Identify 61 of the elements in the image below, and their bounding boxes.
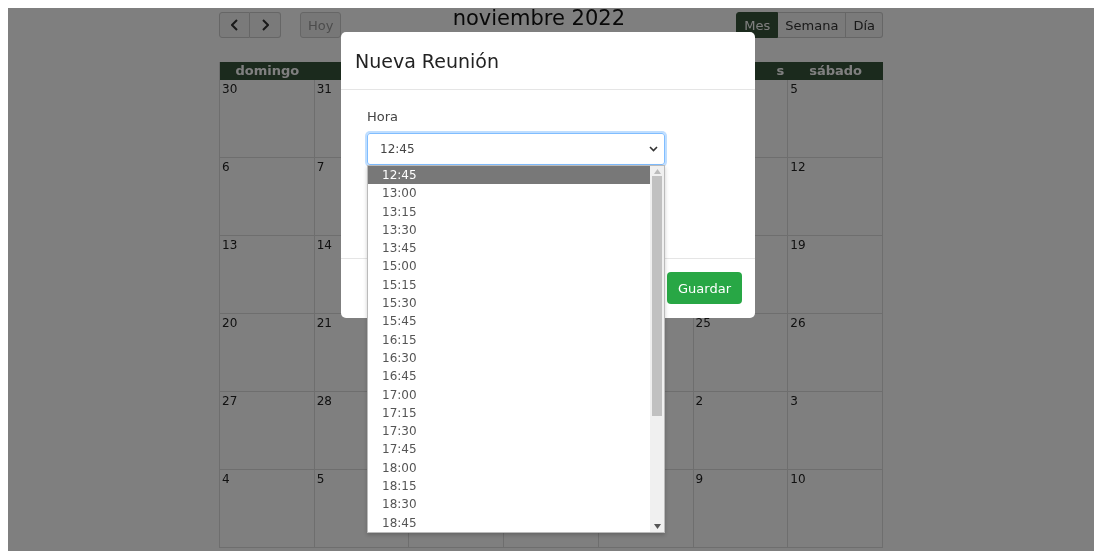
- day-cell[interactable]: 20: [220, 314, 315, 392]
- day-number: 2: [695, 394, 704, 408]
- save-button[interactable]: Guardar: [667, 272, 742, 304]
- previous-button[interactable]: [219, 12, 250, 38]
- day-number: 21: [316, 316, 332, 330]
- view-tab[interactable]: Mes: [736, 12, 779, 38]
- day-number: 4: [222, 472, 230, 486]
- day-cell[interactable]: 27: [220, 392, 315, 470]
- scroll-down-icon[interactable]: [653, 524, 661, 529]
- day-number: 9: [695, 472, 704, 486]
- day-number: 26: [790, 316, 806, 330]
- next-button[interactable]: [250, 12, 281, 38]
- dropdown-option[interactable]: 13:45: [368, 239, 650, 258]
- day-cell[interactable]: 5: [788, 80, 883, 158]
- dropdown-option[interactable]: 13:00: [368, 184, 650, 203]
- dropdown-option[interactable]: 15:30: [368, 294, 650, 313]
- day-number: 6: [222, 160, 230, 174]
- day-number: 3: [790, 394, 798, 408]
- day-cell[interactable]: 13: [220, 236, 315, 314]
- day-number: 25: [695, 316, 711, 330]
- day-cell[interactable]: 2: [693, 392, 789, 470]
- scrollbar-thumb[interactable]: [652, 176, 662, 416]
- day-number: 12: [790, 160, 806, 174]
- field-label: Hora: [367, 109, 399, 124]
- day-number: 14: [316, 238, 332, 252]
- day-cell[interactable]: 3: [788, 392, 883, 470]
- day-number: 28: [316, 394, 332, 408]
- day-number: 7: [316, 160, 325, 174]
- day-cell[interactable]: 19: [788, 236, 883, 314]
- day-cell[interactable]: 10: [788, 470, 883, 548]
- view-tab[interactable]: Semana: [778, 12, 847, 38]
- weekday-header: domingo: [220, 62, 315, 80]
- day-number: 5: [790, 82, 798, 96]
- time-select[interactable]: 12:45: [367, 133, 665, 165]
- day-cell[interactable]: 26: [788, 314, 883, 392]
- day-number: 31: [316, 82, 332, 96]
- day-number: 27: [222, 394, 238, 408]
- dropdown-option[interactable]: 13:15: [368, 202, 650, 221]
- day-cell[interactable]: 9: [693, 470, 789, 548]
- modal-title: Nueva Reunión: [355, 49, 499, 72]
- day-number: 19: [790, 238, 806, 252]
- weekday-header: sábado: [788, 62, 883, 80]
- chevron-right-icon: [261, 19, 269, 31]
- dropdown-option[interactable]: 15:00: [368, 257, 650, 276]
- day-number: 30: [222, 82, 238, 96]
- day-number: 13: [222, 238, 238, 252]
- dropdown-option[interactable]: 12:45: [368, 166, 650, 185]
- chevron-down-icon: [649, 146, 658, 152]
- day-number: 10: [790, 472, 806, 486]
- dropdown-option[interactable]: 13:30: [368, 220, 650, 240]
- scrollbar[interactable]: [650, 166, 664, 532]
- day-number: 20: [222, 316, 238, 330]
- calendar-title: noviembre 2022: [452, 8, 626, 30]
- day-cell[interactable]: 4: [220, 470, 315, 548]
- day-cell[interactable]: 6: [220, 158, 315, 236]
- dropdown-option[interactable]: 15:15: [368, 275, 650, 295]
- view-tab[interactable]: Día: [846, 12, 883, 38]
- day-number: 5: [316, 472, 325, 486]
- chevron-left-icon: [230, 19, 239, 31]
- day-cell[interactable]: 12: [788, 158, 883, 236]
- day-cell[interactable]: 30: [220, 80, 315, 158]
